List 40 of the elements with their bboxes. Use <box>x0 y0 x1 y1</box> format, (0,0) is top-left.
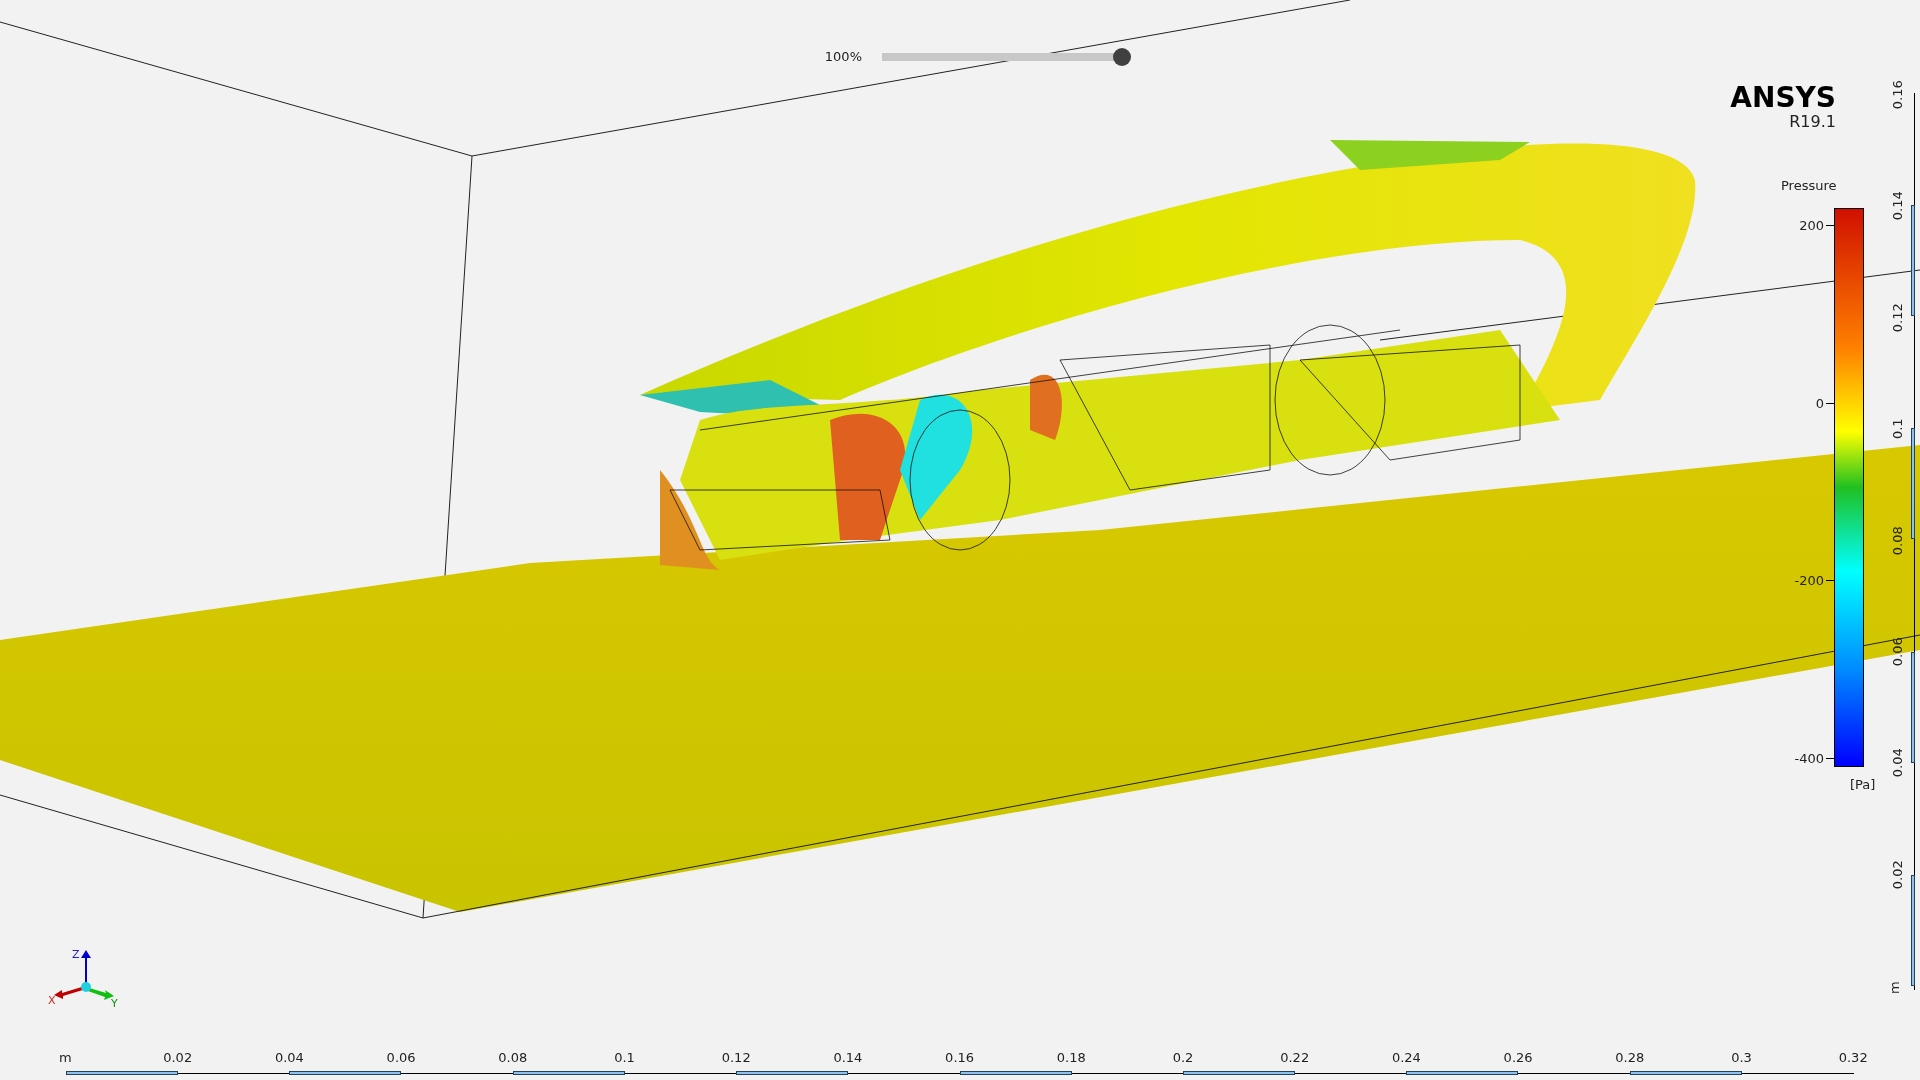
ruler-label: 0.16 <box>944 1049 976 1067</box>
slider-thumb[interactable] <box>1113 47 1131 66</box>
ruler-label: 0.32 <box>1837 1049 1869 1067</box>
ruler-label: 0.14 <box>832 1049 864 1067</box>
unit-label: [Pa] <box>1850 776 1876 794</box>
ruler-label: 0.26 <box>1502 1049 1534 1067</box>
ruler-unit: m <box>59 1049 72 1067</box>
ruler-label: 0.02 <box>1889 859 1907 892</box>
ruler-label: 0.02 <box>162 1049 194 1067</box>
ruler-label: 0.28 <box>1614 1049 1646 1067</box>
ruler-label: 0.06 <box>1889 636 1907 669</box>
logo-wordmark: ANSYS <box>1730 84 1836 112</box>
zoom-percentage: 100% <box>823 48 862 66</box>
ruler-label: 0.08 <box>1889 524 1907 557</box>
ruler-label: 0.18 <box>1055 1049 1087 1067</box>
ruler-label: 0.14 <box>1889 190 1907 223</box>
ruler-label: 0.1 <box>613 1049 636 1067</box>
version-label: R19.1 <box>1789 114 1836 130</box>
legend-tick-label: -400 <box>1793 749 1824 768</box>
legend-tick-label: 0 <box>1814 394 1824 413</box>
ruler-label: 0.06 <box>385 1049 417 1067</box>
legend-tick-label: 200 <box>1798 217 1824 235</box>
axis-label: Z <box>72 948 80 961</box>
ruler-label: 0.12 <box>720 1049 752 1067</box>
legend-tick-label: -200 <box>1793 572 1824 590</box>
ruler-label: 0.3 <box>1730 1049 1753 1067</box>
ruler-unit: m <box>1885 981 1903 995</box>
axis-label: Y <box>111 997 118 1008</box>
legend-title: Pressure <box>1781 177 1837 195</box>
axis-label: X <box>48 994 56 1007</box>
ruler-label: 0.04 <box>1889 747 1907 780</box>
ruler-label: 0.22 <box>1279 1049 1311 1067</box>
ruler-label: 0.1 <box>1889 417 1907 442</box>
ruler-label: 0.04 <box>273 1049 305 1067</box>
ruler-label: 0.24 <box>1390 1049 1422 1067</box>
ruler-label: 0.12 <box>1889 302 1907 335</box>
ruler-label: 0.16 <box>1889 79 1907 112</box>
axis-triad-icon <box>54 950 114 1000</box>
ruler-label: 0.2 <box>1171 1049 1195 1067</box>
ruler-label: 0.08 <box>497 1049 529 1067</box>
